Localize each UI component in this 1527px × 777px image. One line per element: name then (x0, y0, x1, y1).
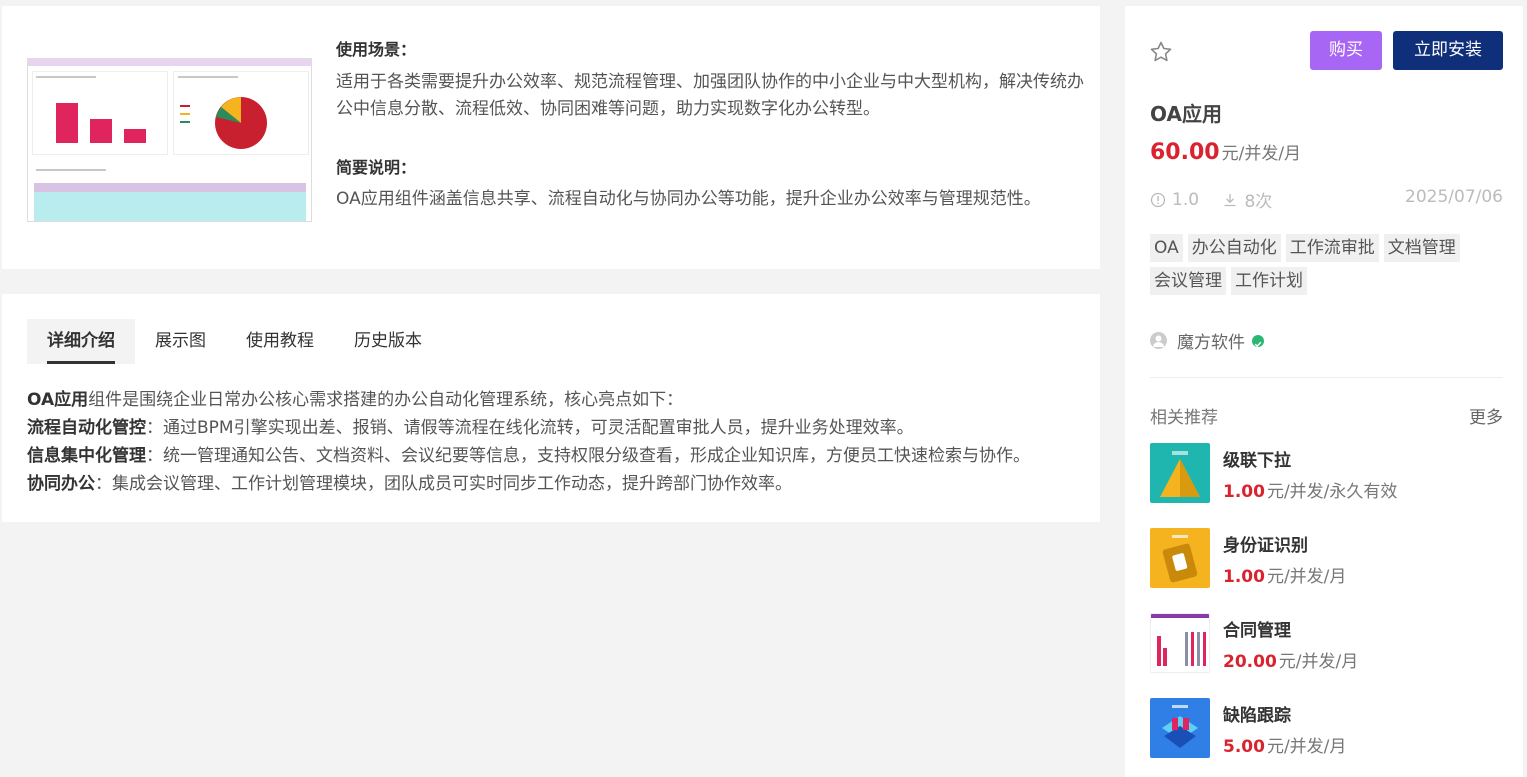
tab-tutorial[interactable]: 使用教程 (226, 319, 334, 364)
detail-line-bold: 协同办公 (27, 474, 95, 494)
product-title: OA应用 (1150, 102, 1222, 126)
product-sidebar: 购买 立即安装 OA应用 60.00 元/并发/月 1.0 8次 2025/07/… (1125, 6, 1523, 777)
detail-line-text: ：通过BPM引擎实现出差、报销、请假等流程在线化流转，可灵活配置审批人员，提升业… (146, 418, 914, 438)
scene-title: 使用场景： (336, 40, 417, 59)
related-price: 1.00 元/并发/月 (1223, 562, 1346, 587)
related-thumb-pyramid (1150, 443, 1210, 503)
related-price-unit: 元/并发/月 (1278, 652, 1359, 672)
tab-bar: 详细介绍 展示图 使用教程 历史版本 (27, 319, 442, 364)
tab-screenshots[interactable]: 展示图 (135, 319, 226, 364)
preview-pie (215, 97, 267, 149)
divider (1150, 377, 1503, 378)
user-avatar-icon (1150, 332, 1167, 349)
preview-table-header (34, 183, 306, 192)
related-title: 相关推荐 (1150, 408, 1218, 428)
price-value: 60.00 (1150, 140, 1220, 165)
version-value: 1.0 (1172, 189, 1200, 210)
detail-card: 详细介绍 展示图 使用教程 历史版本 OA应用组件是围绕企业日常办公核心需求搭建… (2, 294, 1100, 522)
related-name: 级联下拉 (1223, 451, 1291, 471)
detail-line: 协同办公：集成会议管理、工作计划管理模块，团队成员可实时同步工作动态，提升跨部门… (27, 470, 1087, 498)
vendor-name: 魔方软件 (1177, 333, 1245, 353)
preview-line (178, 76, 238, 78)
star-icon[interactable] (1149, 40, 1173, 64)
product-price: 60.00 元/并发/月 (1150, 139, 1301, 165)
brief-text: OA应用组件涵盖信息共享、流程自动化与协同办公等功能，提升企业办公效率与管理规范… (336, 189, 1041, 209)
preview-bar (56, 103, 78, 143)
related-name: 合同管理 (1223, 621, 1291, 641)
related-item[interactable]: 缺陷跟踪 5.00 元/并发/月 (1150, 698, 1503, 760)
tab-detail[interactable]: 详细介绍 (27, 319, 135, 364)
preview-table-body (34, 192, 306, 221)
tag[interactable]: 工作流审批 (1285, 234, 1379, 262)
info-icon (1150, 192, 1166, 207)
related-price-value: 20.00 (1223, 652, 1277, 672)
related-price-value: 1.00 (1223, 567, 1265, 587)
detail-line: OA应用组件是围绕企业日常办公核心需求搭建的办公自动化管理系统，核心亮点如下： (27, 386, 1087, 414)
preview-legend (180, 121, 190, 123)
related-price-value: 5.00 (1223, 737, 1265, 757)
tab-history[interactable]: 历史版本 (334, 319, 442, 364)
brief-title: 简要说明： (336, 158, 417, 177)
product-meta: 1.0 8次 2025/07/06 (1150, 187, 1503, 213)
related-price: 1.00 元/并发/永久有效 (1223, 477, 1397, 502)
detail-line-bold: 流程自动化管控 (27, 418, 146, 438)
vendor[interactable]: 魔方软件 (1150, 328, 1264, 353)
detail-line-text: 组件是围绕企业日常办公核心需求搭建的办公自动化管理系统，核心亮点如下： (88, 390, 684, 410)
detail-line: 流程自动化管控：通过BPM引擎实现出差、报销、请假等流程在线化流转，可灵活配置审… (27, 414, 1087, 442)
detail-line-text: ：统一管理通知公告、文档资料、会议纪要等信息，支持权限分级查看，形成企业知识库，… (146, 446, 1030, 466)
release-date: 2025/07/06 (1405, 187, 1503, 207)
detail-line: 信息集中化管理：统一管理通知公告、文档资料、会议纪要等信息，支持权限分级查看，形… (27, 442, 1087, 470)
price-unit: 元/并发/月 (1221, 144, 1302, 164)
detail-line-bold: 信息集中化管理 (27, 446, 146, 466)
tag-list: OA 办公自动化 工作流审批 文档管理 会议管理 工作计划 (1150, 234, 1480, 295)
related-item[interactable]: 身份证识别 1.00 元/并发/月 (1150, 528, 1503, 590)
tag[interactable]: OA (1150, 234, 1183, 262)
detail-body: OA应用组件是围绕企业日常办公核心需求搭建的办公自动化管理系统，核心亮点如下： … (27, 386, 1087, 498)
version-info: 1.0 (1150, 190, 1199, 210)
more-link[interactable]: 更多 (1469, 403, 1503, 428)
download-icon (1224, 193, 1236, 206)
related-price: 5.00 元/并发/月 (1223, 732, 1346, 757)
related-thumb-idcard (1150, 528, 1210, 588)
preview-legend (180, 113, 190, 115)
related-price-value: 1.00 (1223, 482, 1265, 502)
related-thumb-contract (1150, 613, 1210, 673)
preview-line (36, 76, 96, 78)
related-price-unit: 元/并发/月 (1266, 567, 1347, 587)
related-name: 缺陷跟踪 (1223, 706, 1291, 726)
verified-check-icon (1252, 334, 1264, 347)
intro-card: 使用场景： 适用于各类需要提升办公效率、规范流程管理、加强团队协作的中小企业与中… (2, 6, 1100, 269)
scene-text: 适用于各类需要提升办公效率、规范流程管理、加强团队协作的中小企业与中大型机构，解… (336, 72, 1084, 119)
related-price-unit: 元/并发/永久有效 (1266, 482, 1398, 502)
detail-line-bold: OA应用 (27, 390, 89, 410)
detail-line-text: ：集成会议管理、工作计划管理模块，团队成员可实时同步工作动态，提升跨部门协作效率… (95, 474, 792, 494)
preview-legend (180, 105, 190, 107)
preview-titlebar (28, 59, 311, 66)
buy-button[interactable]: 购买 (1310, 31, 1382, 70)
preview-bar (124, 129, 146, 143)
related-thumb-bugtrack (1150, 698, 1210, 758)
related-price-unit: 元/并发/月 (1266, 737, 1347, 757)
tag[interactable]: 办公自动化 (1187, 234, 1281, 262)
related-name: 身份证识别 (1223, 536, 1308, 556)
related-item[interactable]: 级联下拉 1.00 元/并发/永久有效 (1150, 443, 1503, 505)
tag[interactable]: 文档管理 (1383, 234, 1460, 262)
related-price: 20.00 元/并发/月 (1223, 647, 1358, 672)
preview-bar (90, 119, 112, 143)
download-info: 8次 (1222, 187, 1272, 212)
related-item[interactable]: 合同管理 20.00 元/并发/月 (1150, 613, 1503, 675)
tag[interactable]: 会议管理 (1150, 267, 1226, 295)
preview-thumbnail[interactable] (27, 58, 312, 222)
download-count: 8次 (1244, 192, 1273, 212)
preview-line (36, 169, 106, 171)
install-button[interactable]: 立即安装 (1393, 31, 1503, 70)
tag[interactable]: 工作计划 (1231, 267, 1307, 295)
